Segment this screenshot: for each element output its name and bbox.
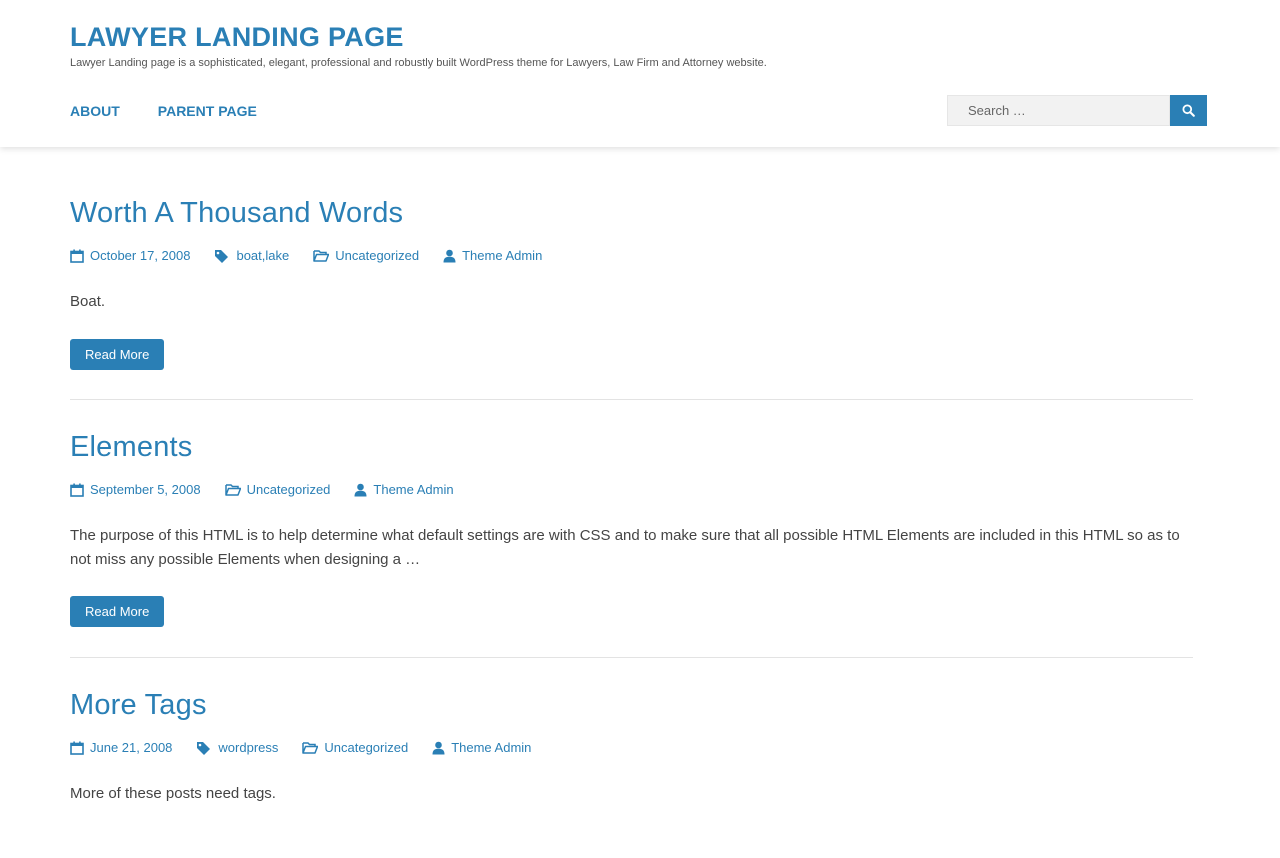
tags-icon bbox=[215, 249, 229, 263]
post-date: June 21, 2008 bbox=[70, 740, 172, 755]
nav-item-about[interactable]: ABOUT bbox=[70, 103, 120, 119]
post-date: September 5, 2008 bbox=[70, 482, 201, 497]
tags-icon bbox=[197, 741, 211, 755]
post-date-link[interactable]: October 17, 2008 bbox=[90, 248, 190, 263]
search-icon bbox=[1182, 104, 1195, 117]
post-meta: October 17, 2008 boat, lake Uncategorize… bbox=[70, 248, 566, 263]
post-item: Worth A Thousand Words October 17, 2008 … bbox=[70, 147, 1193, 400]
tag-link-lake[interactable]: lake bbox=[265, 248, 289, 263]
folder-open-icon bbox=[224, 484, 241, 496]
post-author: Theme Admin bbox=[443, 248, 542, 263]
site-tagline: Lawyer Landing page is a sophisticated, … bbox=[70, 57, 767, 69]
post-title[interactable]: Elements bbox=[70, 431, 193, 464]
post-title[interactable]: More Tags bbox=[70, 689, 207, 722]
post-tags: wordpress bbox=[196, 740, 278, 755]
folder-open-icon bbox=[313, 250, 330, 262]
post-item: More Tags June 21, 2008 wordpress Uncate… bbox=[70, 658, 1193, 858]
author-link[interactable]: Theme Admin bbox=[462, 248, 542, 263]
post-date-link[interactable]: September 5, 2008 bbox=[90, 482, 201, 497]
read-more-button[interactable]: Read More bbox=[70, 339, 165, 370]
post-date-link[interactable]: June 21, 2008 bbox=[90, 740, 172, 755]
read-more-button[interactable]: Read More bbox=[70, 596, 165, 627]
post-tags: boat, lake bbox=[214, 248, 289, 263]
post-author: Theme Admin bbox=[354, 482, 454, 497]
calendar-icon bbox=[70, 249, 84, 263]
post-list: Worth A Thousand Words October 17, 2008 … bbox=[70, 147, 1193, 858]
search-input[interactable] bbox=[947, 95, 1170, 126]
folder-open-icon bbox=[302, 742, 319, 754]
search-button[interactable] bbox=[1170, 95, 1207, 126]
post-category: Uncategorized bbox=[224, 482, 331, 497]
post-author: Theme Admin bbox=[432, 740, 531, 755]
author-link[interactable]: Theme Admin bbox=[373, 482, 453, 497]
post-excerpt: The purpose of this HTML is to help dete… bbox=[70, 527, 1180, 568]
post-meta: June 21, 2008 wordpress Uncategorized Th… bbox=[70, 740, 555, 755]
post-category: Uncategorized bbox=[302, 740, 408, 755]
post-category: Uncategorized bbox=[313, 248, 419, 263]
calendar-icon bbox=[70, 741, 84, 755]
category-link[interactable]: Uncategorized bbox=[247, 482, 331, 497]
user-icon bbox=[432, 741, 445, 754]
main-nav: ABOUT PARENT PAGE bbox=[70, 103, 257, 119]
nav-item-parent-page[interactable]: PARENT PAGE bbox=[158, 103, 257, 119]
calendar-icon bbox=[70, 483, 84, 497]
category-link[interactable]: Uncategorized bbox=[335, 248, 419, 263]
tag-link-boat[interactable]: boat bbox=[236, 248, 261, 263]
site-title[interactable]: LAWYER LANDING PAGE bbox=[70, 22, 404, 53]
user-icon bbox=[443, 249, 456, 262]
post-item: Elements September 5, 2008 Uncategorized bbox=[70, 400, 1193, 658]
post-excerpt: Boat. bbox=[70, 293, 106, 310]
category-link[interactable]: Uncategorized bbox=[324, 740, 408, 755]
tag-link-wordpress[interactable]: wordpress bbox=[218, 740, 278, 755]
author-link[interactable]: Theme Admin bbox=[451, 740, 531, 755]
post-title[interactable]: Worth A Thousand Words bbox=[70, 197, 403, 230]
site-header: LAWYER LANDING PAGE Lawyer Landing page … bbox=[0, 0, 1280, 147]
user-icon bbox=[354, 483, 367, 496]
post-meta: September 5, 2008 Uncategorized Theme Ad… bbox=[70, 482, 478, 497]
post-excerpt: More of these posts need tags. bbox=[70, 785, 276, 802]
post-date: October 17, 2008 bbox=[70, 248, 190, 263]
search-form bbox=[947, 95, 1207, 126]
